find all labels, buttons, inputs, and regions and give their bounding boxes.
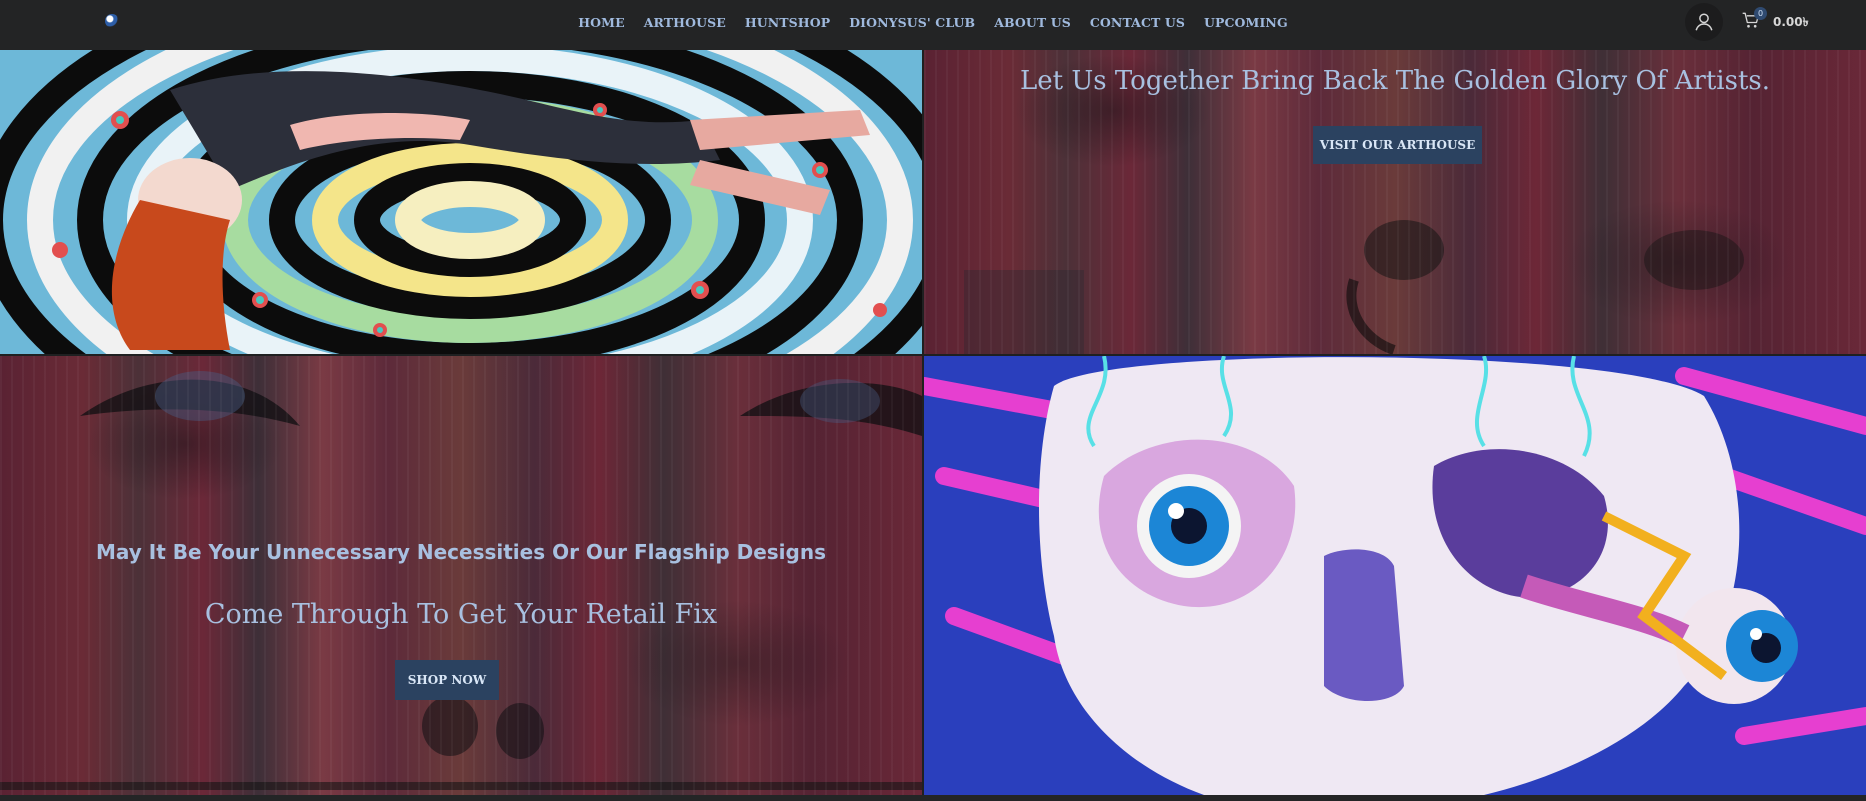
user-icon	[1695, 13, 1713, 31]
spiral-artwork-image	[0, 50, 922, 354]
arthouse-promo: Let Us Together Bring Back The Golden Gl…	[924, 50, 1866, 354]
shop-subheadline: May It Be Your Unnecessary Necessities O…	[96, 540, 826, 564]
graffiti-eyes-background	[0, 371, 922, 790]
skull-artwork-image	[924, 356, 1866, 795]
nav-arthouse[interactable]: ARTHOUSE	[644, 15, 726, 30]
account-button[interactable]	[1685, 3, 1723, 41]
artwork-skull	[924, 356, 1866, 795]
artwork-floating-woman	[0, 50, 922, 354]
nav-huntshop[interactable]: HUNTSHOP	[745, 15, 830, 30]
nav-contact-us[interactable]: CONTACT US	[1090, 15, 1185, 30]
bottom-bar	[0, 795, 1866, 801]
site-header: HOME ARTHOUSE HUNTSHOP DIONYSUS' CLUB AB…	[0, 0, 1866, 50]
nav-upcoming[interactable]: UPCOMING	[1204, 15, 1288, 30]
shop-headline: Come Through To Get Your Retail Fix	[204, 599, 718, 630]
nav-home[interactable]: HOME	[578, 15, 624, 30]
main-nav: HOME ARTHOUSE HUNTSHOP DIONYSUS' CLUB AB…	[0, 0, 1866, 45]
visit-arthouse-button[interactable]: VISIT OUR ARTHOUSE	[1313, 126, 1482, 164]
nav-dionysus-club[interactable]: DIONYSUS' CLUB	[849, 15, 975, 30]
cart-total[interactable]: 0.00৳	[1773, 14, 1809, 34]
shop-promo: May It Be Your Unnecessary Necessities O…	[0, 356, 922, 795]
shop-now-button[interactable]: SHOP NOW	[395, 660, 499, 700]
nav-about-us[interactable]: ABOUT US	[994, 15, 1071, 30]
arthouse-headline: Let Us Together Bring Back The Golden Gl…	[1019, 66, 1771, 96]
cart-count-badge: 0	[1754, 7, 1767, 20]
